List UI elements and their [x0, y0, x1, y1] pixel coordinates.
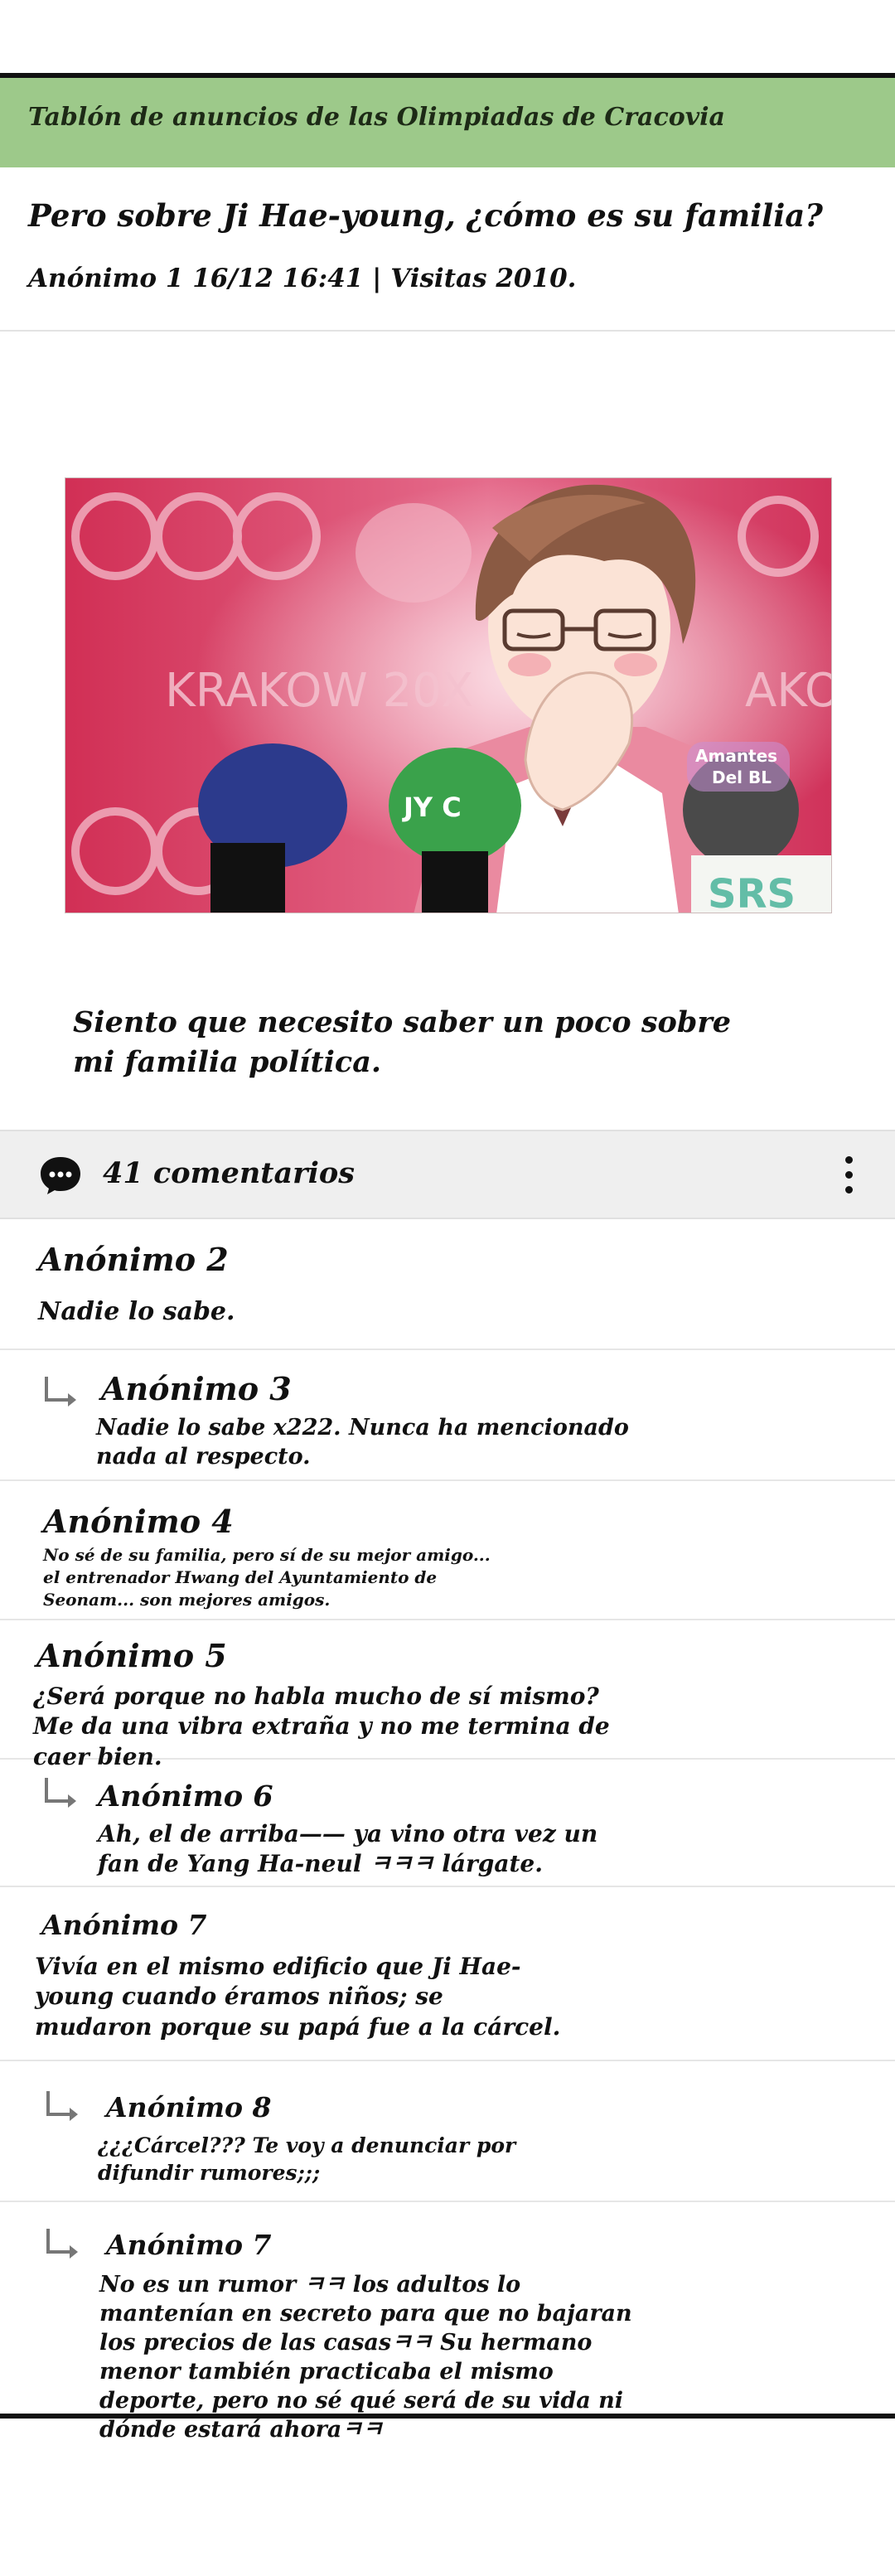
comment-text: ¿Será porque no habla mucho de sí mismo?…	[33, 1683, 610, 1770]
banner-text: KRAKOW 20X	[165, 664, 473, 718]
comment-text: Vivía en el mismo edificio que Ji Hae-yo…	[35, 1953, 561, 2041]
reply-arrow-icon	[45, 1377, 76, 1407]
comment-item: Anónimo 3 Nadie lo sabe x222. Nunca ha m…	[0, 1350, 895, 1481]
banner-text-right: AKO	[745, 664, 832, 718]
comment-item: Anónimo 2 Nadie lo sabe.	[0, 1221, 895, 1350]
comment-item: Anónimo 7 No es un rumor ㅋㅋ los adultos …	[0, 2202, 895, 2443]
board-title[interactable]: Tablón de anuncios de las Olimpiadas de …	[28, 103, 725, 132]
board-header: Tablón de anuncios de las Olimpiadas de …	[0, 78, 895, 167]
comment-item: Anónimo 5 ¿Será porque no habla mucho de…	[0, 1620, 895, 1770]
post-image: KRAKOW 20X AKO JY C SRS Amantes Del BL	[65, 477, 832, 913]
srs-label: SRS	[708, 871, 796, 913]
comment-item: Anónimo 8 ¿¿¿Cárcel??? Te voy a denuncia…	[0, 2061, 895, 2202]
comment-item: Anónimo 4 No sé de su familia, pero sí d…	[0, 1481, 895, 1620]
manga-panel-illustration: KRAKOW 20X AKO JY C SRS Amantes Del BL	[65, 478, 832, 913]
bottom-rule	[0, 2414, 895, 2419]
comment-text: Nadie lo sabe.	[38, 1297, 235, 1326]
comment-author[interactable]: Anónimo 3	[101, 1370, 292, 1407]
comment-text: Nadie lo sabe x222. Nunca ha mencionado …	[96, 1415, 629, 1470]
post-meta: Anónimo 1 16/12 16:41 | Visitas 2010.	[28, 264, 577, 293]
svg-text:Amantes: Amantes	[695, 746, 777, 766]
comment-text: ¿¿¿Cárcel??? Te voy a denunciar por difu…	[98, 2133, 516, 2185]
speech-bubble-icon	[41, 1157, 80, 1194]
post-title: Pero sobre Ji Hae-young, ¿cómo es su fam…	[28, 197, 823, 234]
more-vertical-icon[interactable]	[842, 1156, 855, 1199]
comment-count: 41 comentarios	[103, 1156, 355, 1190]
svg-text:Del BL: Del BL	[712, 767, 772, 787]
post-body: Siento que necesito saber un poco sobre …	[73, 1005, 732, 1079]
watermark-logo: Amantes Del BL	[687, 742, 790, 792]
comment-author[interactable]: Anónimo 5	[36, 1637, 227, 1674]
comment-text: No sé de su familia, pero sí de su mejor…	[43, 1545, 491, 1610]
comments-bar: 41 comentarios	[0, 1130, 895, 1219]
comment-text: Ah, el de arriba—— ya vino otra vez un f…	[98, 1820, 598, 1878]
comment-author[interactable]: Anónimo 7	[41, 1909, 207, 1941]
comment-author[interactable]: Anónimo 8	[106, 2091, 272, 2123]
comment-author[interactable]: Anónimo 4	[43, 1503, 234, 1540]
reply-arrow-icon	[45, 1778, 76, 1808]
divider	[0, 330, 895, 332]
reply-arrow-icon	[46, 2091, 78, 2121]
comment-item: Anónimo 6 Ah, el de arriba—— ya vino otr…	[0, 1760, 895, 1887]
comment-author[interactable]: Anónimo 7	[106, 2229, 272, 2261]
comment-author[interactable]: Anónimo 6	[98, 1779, 273, 1813]
comment-item: Anónimo 7 Vivía en el mismo edificio que…	[0, 1887, 895, 2061]
mic-label: JY C	[402, 792, 462, 823]
reply-arrow-icon	[46, 2229, 78, 2259]
comment-author[interactable]: Anónimo 2	[38, 1241, 229, 1278]
